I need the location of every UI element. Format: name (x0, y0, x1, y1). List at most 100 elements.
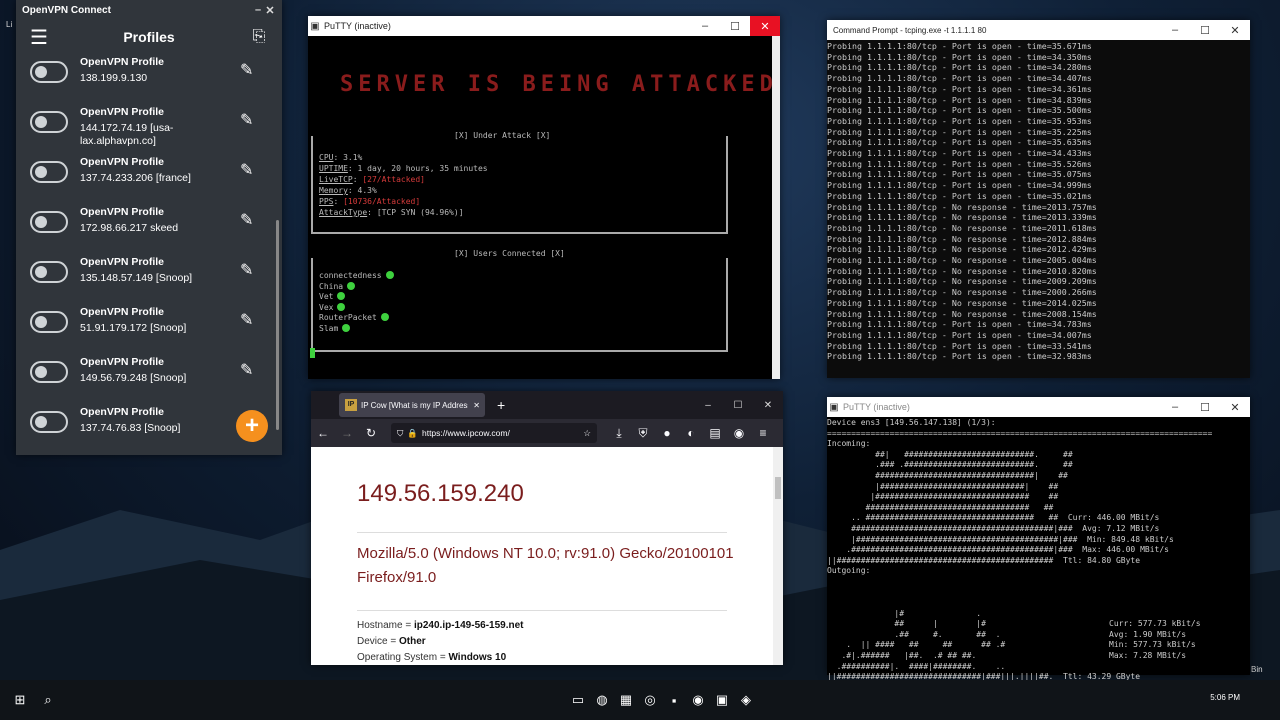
page-title: Profiles (123, 29, 175, 45)
profile-row[interactable]: OpenVPN Profile 172.98.66.217 skeed ✎ (16, 204, 274, 254)
cmd-line: Probing 1.1.1.1:80/tcp - No response - t… (827, 212, 1097, 223)
profile-row[interactable]: OpenVPN Profile 137.74.233.206 [france] ✎ (16, 154, 274, 204)
profile-row[interactable]: OpenVPN Profile 144.172.74.19 [usa-lax.al… (16, 104, 274, 154)
extension-icon[interactable]: ◉ (727, 426, 751, 440)
close-button[interactable]: ✕ (264, 0, 276, 20)
user-agent: Mozilla/5.0 (Windows NT 10.0; rv:91.0) G… (357, 545, 734, 586)
nav-toolbar: ← → ↻ ⛉ 🔒 https://www.ipcow.com/ ☆ ⤓ ⛨ ●… (311, 419, 783, 447)
discord-icon[interactable]: ◍ (590, 688, 614, 712)
profile-toggle[interactable] (30, 261, 68, 283)
extension-icon[interactable]: ◐ (679, 426, 703, 440)
scrollbar[interactable] (773, 447, 783, 665)
maximize-button[interactable]: ☐ (1190, 397, 1220, 417)
profile-toggle[interactable] (30, 111, 68, 133)
cmd-titlebar[interactable]: Command Prompt - tcping.exe -t 1.1.1.1 8… (827, 20, 1250, 40)
edit-pencil-icon[interactable]: ✎ (240, 310, 253, 330)
profile-address: 144.172.74.19 [usa-lax.alphavpn.co] (80, 122, 174, 147)
close-button[interactable]: ✕ (750, 16, 780, 36)
close-button[interactable]: ✕ (753, 400, 783, 411)
divider (357, 532, 727, 533)
browser-tab[interactable]: IP IP Cow [What is my IP Address?] ✕ (339, 393, 485, 417)
shield-icon[interactable]: ⛉ (391, 428, 403, 439)
cmd-output[interactable]: Probing 1.1.1.1:80/tcp - Port is open - … (827, 41, 1097, 362)
minimize-button[interactable]: – (693, 400, 723, 411)
cmd-icon[interactable]: ▪ (662, 688, 686, 712)
file-explorer-icon[interactable]: ▭ (566, 688, 590, 712)
maximize-button[interactable]: ☐ (1190, 20, 1220, 40)
edit-pencil-icon[interactable]: ✎ (240, 60, 253, 80)
minimize-button[interactable]: – (1160, 20, 1190, 40)
outgoing-stats: Curr: 577.73 kBit/s Avg: 1.90 MBit/s Min: … (1109, 619, 1201, 661)
profile-toggle[interactable] (30, 411, 68, 433)
profile-name: OpenVPN Profile (80, 56, 165, 68)
edit-pencil-icon[interactable]: ✎ (240, 360, 253, 380)
close-button[interactable]: ✕ (1220, 20, 1250, 40)
bookmark-star-icon[interactable]: ☆ (583, 428, 597, 439)
app-icon[interactable]: ▦ (614, 688, 638, 712)
minimize-button[interactable]: – (690, 16, 720, 36)
terminal-area[interactable]: SERVER IS BEING ATTACKED [X] Under Attac… (308, 36, 780, 379)
taskbar: ⊞ ⌕ ▭ ◍ ▦ ◎ ▪ ◉ ▣ ◈ 5:06 PM (0, 680, 1280, 720)
cmd-line: Probing 1.1.1.1:80/tcp - No response - t… (827, 255, 1097, 266)
putty-titlebar[interactable]: ▣ PuTTY (inactive) – ☐ ✕ (308, 16, 780, 36)
minimize-button[interactable]: – (1160, 397, 1190, 417)
extension-icon[interactable]: ▤ (703, 426, 727, 440)
download-icon[interactable]: ⤓ (607, 426, 631, 441)
cmd-line: Probing 1.1.1.1:80/tcp - Port is open - … (827, 137, 1092, 148)
profile-toggle[interactable] (30, 61, 68, 83)
online-dot-icon (380, 313, 389, 322)
windows-start-icon[interactable]: ⊞ (8, 688, 32, 712)
profile-row[interactable]: OpenVPN Profile 138.199.9.130 ✎ (16, 54, 274, 104)
memory-line: Memory: 4.3% (319, 186, 377, 195)
openvpn-titlebar[interactable]: OpenVPN Connect – ✕ (16, 0, 282, 20)
desktop-icon-label[interactable]: Li (6, 20, 12, 29)
maximize-button[interactable]: ☐ (723, 400, 753, 411)
profile-row[interactable]: OpenVPN Profile 135.148.57.149 [Snoop] ✎ (16, 254, 274, 304)
profile-name: OpenVPN Profile (80, 106, 165, 118)
app-icon[interactable]: ◈ (734, 688, 758, 712)
nload-line: ################################## ## (827, 502, 1054, 512)
edit-pencil-icon[interactable]: ✎ (240, 110, 253, 130)
scrollbar[interactable] (772, 36, 780, 379)
new-tab-button[interactable]: + (497, 397, 505, 413)
edit-pencil-icon[interactable]: ✎ (240, 160, 253, 180)
maximize-button[interactable]: ☐ (720, 16, 750, 36)
profile-address: 149.56.79.248 [Snoop] (80, 372, 187, 384)
profile-toggle[interactable] (30, 361, 68, 383)
status-header: [X] Under Attack [X] (451, 131, 554, 140)
hamburger-menu-icon[interactable]: ☰ (16, 25, 62, 50)
nload-line: |##############################| ## (827, 481, 1059, 491)
import-profile-icon[interactable]: ⎘ (236, 28, 282, 46)
reload-icon[interactable]: ↻ (359, 426, 383, 440)
close-button[interactable]: ✕ (1220, 397, 1250, 417)
connected-user: Slam (319, 324, 351, 333)
extension-icon[interactable]: ● (655, 426, 679, 440)
putty-titlebar[interactable]: ▣ PuTTY (inactive) – ☐ ✕ (827, 397, 1250, 417)
extension-icon[interactable]: ⛨ (631, 426, 655, 441)
back-icon[interactable]: ← (311, 426, 335, 440)
profile-toggle[interactable] (30, 311, 68, 333)
close-tab-icon[interactable]: ✕ (468, 401, 485, 410)
add-profile-button[interactable]: + (236, 410, 268, 442)
url-bar[interactable]: ⛉ 🔒 https://www.ipcow.com/ ☆ (391, 423, 597, 443)
scrollbar[interactable] (276, 220, 279, 430)
edit-pencil-icon[interactable]: ✎ (240, 260, 253, 280)
browser-icon[interactable]: ◎ (638, 688, 662, 712)
recycle-bin-label[interactable]: Bin (1251, 665, 1263, 674)
window-title: PuTTY (inactive) (324, 21, 391, 31)
tab-bar: IP IP Cow [What is my IP Address?] ✕ + –… (311, 391, 783, 419)
menu-icon[interactable]: ≡ (751, 426, 775, 440)
edit-pencil-icon[interactable]: ✎ (240, 210, 253, 230)
profile-row[interactable]: OpenVPN Profile 149.56.79.248 [Snoop] ✎ (16, 354, 274, 404)
nload-line: .### .###########################. ## (827, 460, 1073, 470)
app-icon[interactable]: ◉ (686, 688, 710, 712)
search-icon[interactable]: ⌕ (36, 688, 60, 712)
profile-toggle[interactable] (30, 161, 68, 183)
putty-icon[interactable]: ▣ (710, 688, 734, 712)
forward-icon[interactable]: → (335, 426, 359, 440)
lock-icon[interactable]: 🔒 (403, 428, 418, 439)
minimize-button[interactable]: – (252, 0, 264, 20)
profile-row[interactable]: OpenVPN Profile 51.91.179.172 [Snoop] ✎ (16, 304, 274, 354)
cmd-line: Probing 1.1.1.1:80/tcp - No response - t… (827, 287, 1097, 298)
profile-toggle[interactable] (30, 211, 68, 233)
